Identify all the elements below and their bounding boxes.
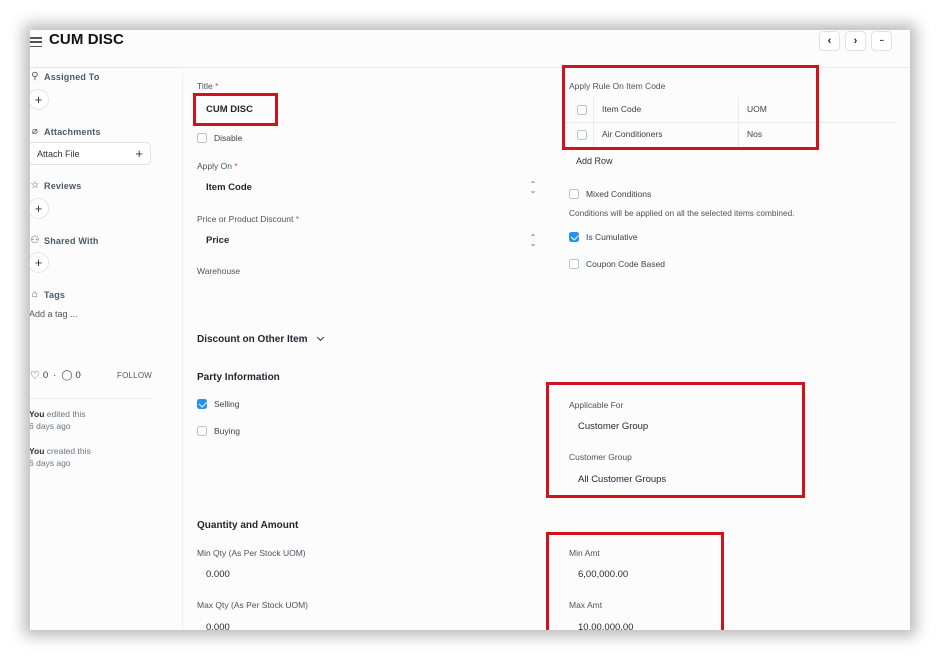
price-or-product-label: Price or Product Discount * xyxy=(197,214,300,224)
comment-icon[interactable]: ◯ xyxy=(61,370,72,381)
plus-icon: + xyxy=(135,146,143,161)
activity-item: You edited this 6 days ago xyxy=(30,409,86,431)
highlight-box-items xyxy=(562,65,819,150)
title-label: Title * xyxy=(197,81,219,91)
more-options-button[interactable]: ··· xyxy=(871,31,892,51)
min-qty-input[interactable]: 0.000 xyxy=(206,569,230,580)
follow-button[interactable]: FOLLOW xyxy=(117,371,152,380)
min-amt-label: Min Amt xyxy=(569,548,600,558)
plus-icon: + xyxy=(34,255,43,270)
disable-checkbox[interactable]: Disable xyxy=(197,133,242,143)
reviews-label: ☆ Reviews xyxy=(30,180,82,191)
select-arrows-icon: ⌃ ⌄ xyxy=(529,180,537,195)
max-qty-input[interactable]: 0.000 xyxy=(206,622,230,630)
select-arrows-icon: ⌃ ⌄ xyxy=(529,233,537,248)
app-window: CUM DISC ‹ › ··· ⚲ Assigned To + ⌀ Attachm… xyxy=(30,30,910,630)
apply-on-select[interactable]: Item Code xyxy=(206,182,252,193)
select-all-checkbox[interactable] xyxy=(577,105,587,115)
checkbox[interactable] xyxy=(569,189,579,199)
checkbox-checked[interactable] xyxy=(197,399,207,409)
table-col-divider xyxy=(738,97,739,149)
ellipsis-icon: ··· xyxy=(879,37,885,45)
add-row-button[interactable]: Add Row xyxy=(576,156,613,166)
apply-rule-label: Apply Rule On Item Code xyxy=(569,81,666,91)
checkbox[interactable] xyxy=(197,133,207,143)
quantity-amount-heading: Quantity and Amount xyxy=(197,520,299,531)
page-title: CUM DISC xyxy=(49,31,124,48)
sidebar: ⚲ Assigned To + ⌀ Attachments Attach File … xyxy=(30,68,182,630)
sidebar-divider xyxy=(182,74,183,630)
table-divider xyxy=(563,122,896,123)
price-or-product-select[interactable]: Price xyxy=(206,235,229,246)
apply-on-label: Apply On * xyxy=(197,161,238,171)
plus-icon: + xyxy=(34,201,43,216)
highlight-box-amount xyxy=(546,532,724,630)
menu-icon[interactable] xyxy=(30,37,42,47)
warehouse-label: Warehouse xyxy=(197,266,241,276)
coupon-code-checkbox[interactable]: Coupon Code Based xyxy=(569,259,665,269)
min-qty-label: Min Qty (As Per Stock UOM) xyxy=(197,548,306,558)
tags-label: ⌂ Tags xyxy=(31,289,66,300)
chevron-down-icon xyxy=(316,333,324,342)
paperclip-icon: ⌀ xyxy=(31,126,39,137)
party-information-heading: Party Information xyxy=(197,372,280,383)
buying-checkbox[interactable]: Buying xyxy=(197,426,240,436)
add-tag-input[interactable]: Add a tag ... xyxy=(30,309,78,319)
add-assignee-button[interactable]: + xyxy=(30,89,49,110)
mixed-conditions-checkbox[interactable]: Mixed Conditions xyxy=(569,189,651,199)
social-actions: ♡ 0 · ◯ 0 FOLLOW xyxy=(30,369,152,382)
chevron-right-icon: › xyxy=(853,34,858,47)
attach-file-label: Attach File xyxy=(37,148,80,159)
add-share-button[interactable]: + xyxy=(30,252,49,273)
max-amt-label: Max Amt xyxy=(569,600,603,610)
heart-icon[interactable]: ♡ xyxy=(30,369,40,382)
previous-button[interactable]: ‹ xyxy=(819,31,840,51)
applicable-for-select[interactable]: Customer Group xyxy=(578,421,648,432)
row-checkbox[interactable] xyxy=(577,130,587,140)
users-icon: ⚇ xyxy=(30,235,40,246)
add-review-button[interactable]: + xyxy=(30,198,49,219)
is-cumulative-checkbox[interactable]: Is Cumulative xyxy=(569,232,638,242)
checkbox[interactable] xyxy=(569,259,579,269)
next-button[interactable]: › xyxy=(845,31,866,51)
min-amt-input[interactable]: 6,00,000.00 xyxy=(578,569,628,580)
applicable-for-label: Applicable For xyxy=(569,400,624,410)
assigned-to-label: ⚲ Assigned To xyxy=(31,71,100,82)
title-input[interactable]: CUM DISC xyxy=(206,104,253,115)
star-icon: ☆ xyxy=(30,180,40,191)
column-header-item-code: Item Code xyxy=(602,104,642,114)
table-col-divider xyxy=(593,97,594,149)
attach-file-button[interactable]: Attach File + xyxy=(30,142,151,165)
selling-checkbox[interactable]: Selling xyxy=(197,399,240,409)
activity-item: You created this 6 days ago xyxy=(30,446,91,468)
checkbox[interactable] xyxy=(197,426,207,436)
checkbox-checked[interactable] xyxy=(569,232,579,242)
plus-icon: + xyxy=(34,92,43,107)
customer-group-label: Customer Group xyxy=(569,452,632,462)
tag-icon: ⌂ xyxy=(31,289,39,300)
table-cell-item-code[interactable]: Air Conditioners xyxy=(602,129,662,139)
customer-group-input[interactable]: All Customer Groups xyxy=(578,474,666,485)
discount-other-item-section[interactable]: Discount on Other Item xyxy=(197,333,324,345)
header-divider xyxy=(182,67,910,68)
separator-dot: · xyxy=(53,370,57,381)
page-header: CUM DISC ‹ › ··· xyxy=(30,30,910,68)
comment-count: 0 xyxy=(75,370,81,381)
attachments-label: ⌀ Attachments xyxy=(31,126,101,137)
mixed-conditions-help: Conditions will be applied on all the se… xyxy=(569,208,795,218)
user-icon: ⚲ xyxy=(31,71,39,82)
max-qty-label: Max Qty (As Per Stock UOM) xyxy=(197,600,308,610)
chevron-left-icon: ‹ xyxy=(827,34,832,47)
shared-with-label: ⚇ Shared With xyxy=(30,235,99,246)
like-count: 0 xyxy=(42,370,49,381)
social-divider xyxy=(30,398,152,399)
table-cell-uom[interactable]: Nos xyxy=(747,129,762,139)
column-header-uom: UOM xyxy=(747,104,767,114)
max-amt-input[interactable]: 10,00,000.00 xyxy=(578,622,633,630)
